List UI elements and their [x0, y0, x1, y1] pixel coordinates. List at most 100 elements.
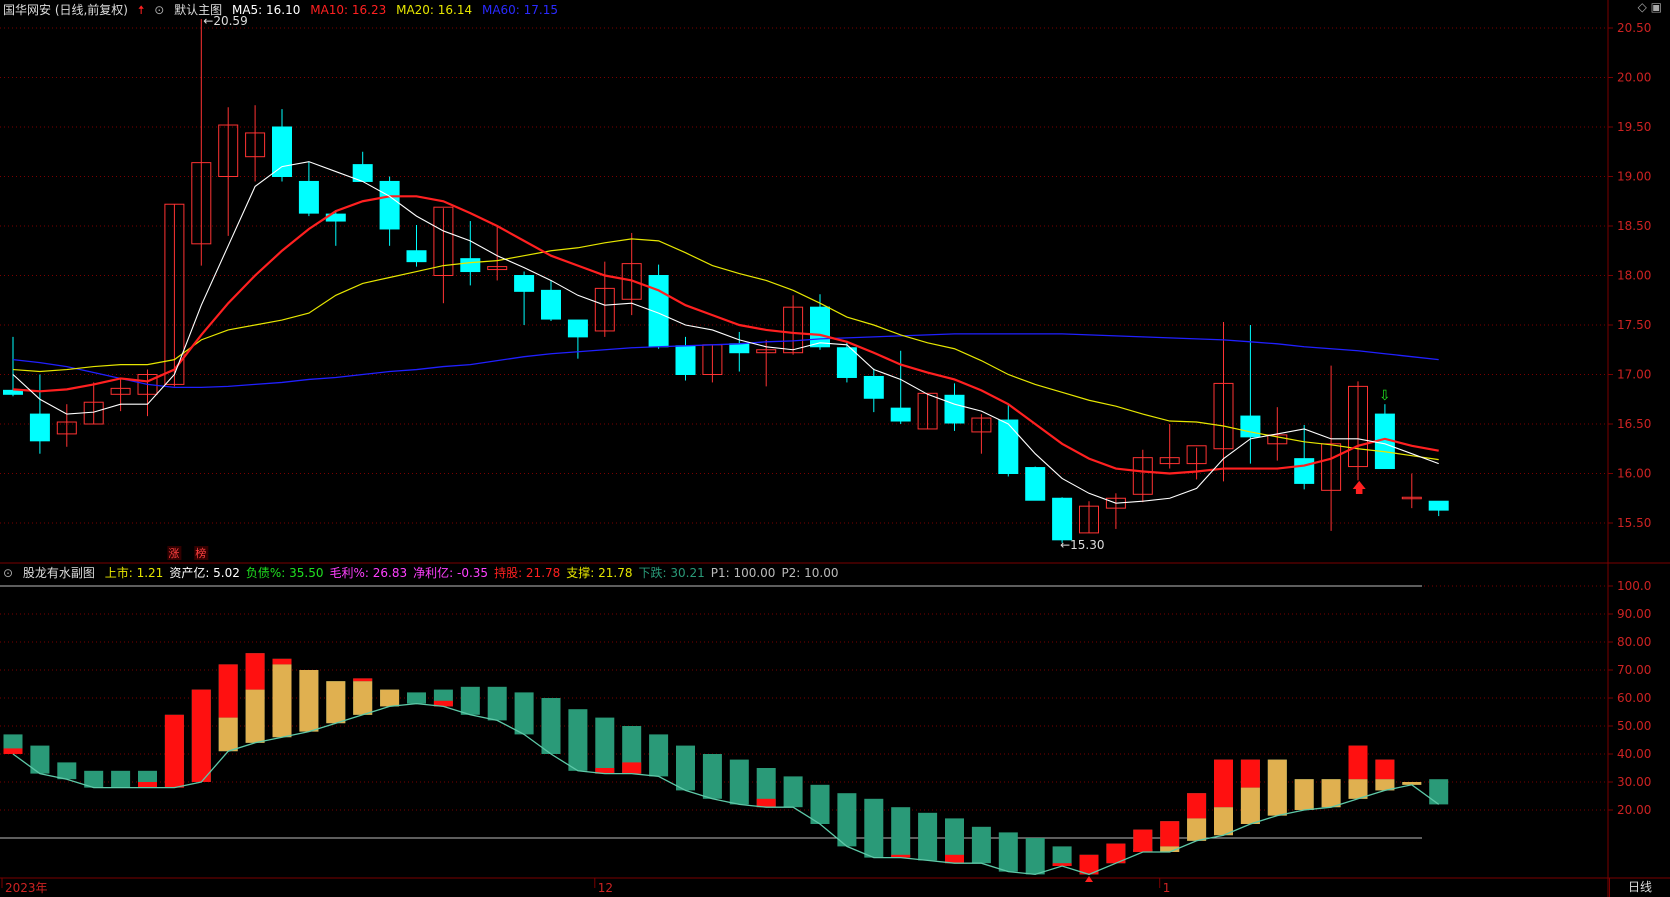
red-bar [164, 714, 184, 788]
ma20-line [12, 238, 1439, 461]
ma60-value: MA60: 17.15 [481, 3, 559, 17]
zone-bar [702, 754, 722, 799]
ma20-value: MA20: 16.14 [396, 3, 473, 17]
sub-tick-label: 50.00 [1617, 719, 1651, 733]
red-bar [1160, 821, 1180, 847]
red-bar [1240, 759, 1260, 788]
arrow-up-icon: 🠅 [137, 3, 145, 17]
zone-bar [407, 692, 426, 704]
candle-down [406, 250, 427, 263]
main-tick-label: 18.00 [1617, 269, 1651, 283]
main-tick-label: 17.50 [1617, 318, 1651, 332]
expand-icon[interactable]: ⊙ [3, 566, 13, 580]
sub-indicator-7: 下跌: 30.21 [638, 566, 705, 580]
main-tick-label: 16.50 [1617, 417, 1651, 431]
zone-bar [837, 793, 857, 847]
candle-down [379, 180, 400, 230]
sub-indicator-5: 持股: 21.78 [494, 566, 561, 580]
red-bar [1348, 745, 1368, 780]
sub-tick-label: 30.00 [1617, 775, 1651, 789]
gold-bar [1294, 779, 1314, 810]
red-bar [138, 782, 157, 788]
candle-down [29, 413, 50, 442]
candle-down [1025, 467, 1046, 501]
layout-label[interactable]: 默认主图 [174, 3, 222, 17]
candle-down [863, 375, 884, 399]
gold-bar [380, 689, 400, 707]
gold-bar [1187, 818, 1207, 841]
candle-down [272, 126, 292, 177]
badge-2: 榜 [195, 546, 206, 560]
gold-bar [353, 681, 373, 715]
zone-bar [891, 807, 911, 858]
gold-bar [218, 717, 238, 752]
gold-bar [1214, 807, 1233, 836]
candle-down [298, 180, 319, 214]
gold-bar [272, 664, 292, 738]
sub-indicator-3: 毛利%: 26.83 [329, 566, 408, 580]
zone-bar [810, 784, 830, 824]
sub-chart-title[interactable]: 股龙有水副图 [23, 566, 95, 580]
zone-bar [1025, 838, 1045, 875]
zone-bar [676, 745, 695, 791]
zone-bar [57, 762, 77, 780]
red-bar [353, 678, 373, 682]
candle-down [675, 345, 696, 376]
sub-indicator-9: P2: 10.00 [781, 566, 839, 580]
date-label: 12 [598, 881, 613, 895]
sub-tick-label: 40.00 [1617, 747, 1651, 761]
sub-tick-label: 80.00 [1617, 635, 1651, 649]
period-tab[interactable]: 日线 [1609, 878, 1670, 897]
stock-title[interactable]: 国华网安 (日线,前复权) [3, 3, 128, 17]
gold-bar [299, 670, 319, 732]
gold-bar [326, 681, 346, 724]
candle-down [541, 289, 561, 320]
red-bar [622, 762, 642, 774]
zone-bar [568, 709, 588, 771]
red-bar [3, 748, 23, 754]
gold-bar [245, 689, 265, 743]
red-bar [1187, 793, 1207, 819]
sell-arrow-icon: ⇩ [1379, 388, 1391, 404]
zone-bar [487, 686, 507, 721]
gold-bar [1348, 779, 1368, 799]
red-bar [218, 664, 238, 718]
sub-indicator-1: 资产亿: 5.02 [169, 566, 240, 580]
date-label: 1 [1163, 881, 1171, 895]
candle-down [1294, 458, 1315, 484]
main-tick-label: 19.00 [1617, 170, 1651, 184]
main-chart-header: 国华网安 (日线,前复权) 🠅 ⊙ 默认主图 MA5: 16.10 MA10: … [0, 0, 564, 20]
zone-bar [595, 717, 615, 774]
candle-down [944, 394, 965, 424]
gold-bar [1240, 787, 1260, 824]
main-tick-label: 18.50 [1617, 219, 1651, 233]
zone-bar [514, 692, 534, 735]
main-tick-label: 16.00 [1617, 467, 1651, 481]
square-icon[interactable]: ▣ [1651, 0, 1662, 14]
corner-controls: ◇ ▣ [1638, 0, 1662, 14]
candle-down [460, 258, 481, 273]
ma60-line [12, 333, 1439, 389]
zone-bar [729, 759, 749, 805]
candle-down [729, 343, 750, 354]
zone-bar [971, 826, 991, 864]
zone-bar [864, 798, 884, 858]
buy-arrow-icon: 🡅 [1352, 480, 1366, 496]
sub-indicator-6: 支撑: 21.78 [566, 566, 633, 580]
sub-tick-label: 90.00 [1617, 607, 1651, 621]
ma5-line [12, 161, 1439, 504]
red-bar [245, 653, 265, 690]
stock-chart[interactable]: 20.50 20.00 19.50 19.00 18.50 18.00 17.50 17.00… [0, 0, 1670, 897]
zone-bar [918, 812, 938, 861]
expand-icon[interactable]: ⊙ [154, 3, 164, 17]
sub-tick-label: 100.0 [1617, 579, 1651, 593]
diamond-icon[interactable]: ◇ [1638, 0, 1647, 14]
candle-down [998, 419, 1019, 475]
sub-tick-label: 60.00 [1617, 691, 1651, 705]
candle-down [1428, 500, 1449, 511]
main-tick-label: 19.50 [1617, 120, 1651, 134]
candle-down [567, 319, 588, 338]
sub-chart-header: ⊙ 股龙有水副图 上市: 1.21 资产亿: 5.02 负债%: 35.50 毛利%:… [0, 563, 851, 583]
main-tick-label: 20.00 [1617, 71, 1651, 85]
candle-down [810, 306, 830, 348]
